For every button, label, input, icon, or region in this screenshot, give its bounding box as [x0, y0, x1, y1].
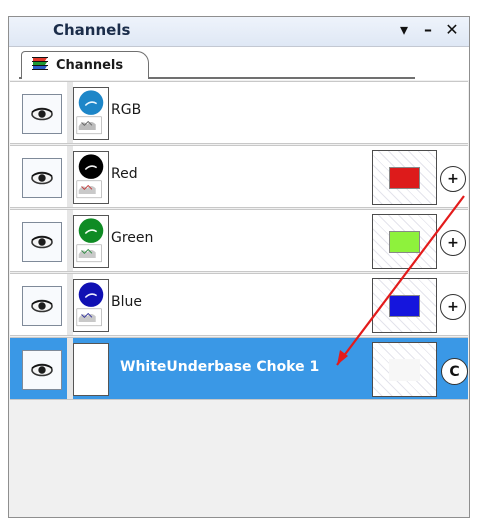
channels-panel: Channels ▾ – ✕ Channels RGB Red + Green … [8, 16, 470, 518]
whiteunderbase-swatch-fill [389, 359, 420, 381]
channel-name-red: Red [111, 166, 138, 182]
channel-row-green[interactable]: Green + [10, 209, 468, 272]
channel-row-whiteunderbase-choke-1[interactable]: WhiteUnderbase Choke 1 C [10, 337, 468, 400]
green-thumbnail-icon [76, 218, 104, 263]
panel-menu-icon[interactable]: ▾ [395, 20, 413, 39]
channel-thumbnail-red [73, 151, 109, 204]
add-channel-button-blue[interactable]: + [440, 294, 466, 320]
channel-list-empty-area [10, 411, 468, 516]
green-swatch-fill [389, 231, 420, 253]
visibility-toggle-rgb[interactable] [22, 94, 62, 134]
eye-icon [31, 235, 53, 249]
channel-row-blue[interactable]: Blue + [10, 273, 468, 336]
blue-swatch-fill [389, 295, 420, 317]
channel-list: RGB Red + Green + Blue + WhiteUnderbase … [10, 81, 468, 401]
channel-color-swatch-blue[interactable] [372, 278, 437, 333]
choke-button-whiteunderbase[interactable]: C [441, 358, 468, 385]
visibility-toggle-green[interactable] [22, 222, 62, 262]
add-channel-button-green[interactable]: + [440, 230, 466, 256]
panel-controls: ▾ – ✕ [395, 20, 461, 39]
channel-color-swatch-red[interactable] [372, 150, 437, 205]
eye-icon [31, 363, 53, 377]
channels-stack-icon [32, 56, 50, 76]
channel-name-whiteunderbase-choke-1: WhiteUnderbase Choke 1 [120, 359, 320, 375]
panel-titlebar: Channels ▾ – ✕ [9, 17, 469, 47]
eye-icon [31, 171, 53, 185]
red-swatch-fill [389, 167, 420, 189]
channel-thumbnail-whiteunderbase [73, 343, 109, 396]
channel-thumbnail-green [73, 215, 109, 268]
channel-thumbnail-rgb [73, 87, 109, 140]
eye-icon [31, 299, 53, 313]
tab-label: Channels [56, 58, 124, 73]
tab-channels[interactable]: Channels [21, 51, 149, 79]
red-thumbnail-icon [76, 154, 104, 199]
add-channel-button-red[interactable]: + [440, 166, 466, 192]
rgb-thumbnail-icon [76, 90, 104, 135]
close-icon[interactable]: ✕ [443, 20, 461, 39]
minimize-icon[interactable]: – [419, 20, 437, 39]
eye-icon [31, 107, 53, 121]
tab-row: Channels [9, 47, 469, 80]
visibility-toggle-red[interactable] [22, 158, 62, 198]
channel-thumbnail-blue [73, 279, 109, 332]
channel-name-green: Green [111, 230, 154, 246]
channel-name-blue: Blue [111, 294, 142, 310]
channel-name-rgb: RGB [111, 102, 142, 118]
channel-color-swatch-whiteunderbase[interactable] [372, 342, 437, 397]
channel-row-rgb[interactable]: RGB [10, 81, 468, 144]
blue-thumbnail-icon [76, 282, 104, 327]
channel-color-swatch-green[interactable] [372, 214, 437, 269]
visibility-toggle-whiteunderbase[interactable] [22, 350, 62, 390]
channel-row-red[interactable]: Red + [10, 145, 468, 208]
visibility-toggle-blue[interactable] [22, 286, 62, 326]
panel-title: Channels [53, 21, 131, 39]
